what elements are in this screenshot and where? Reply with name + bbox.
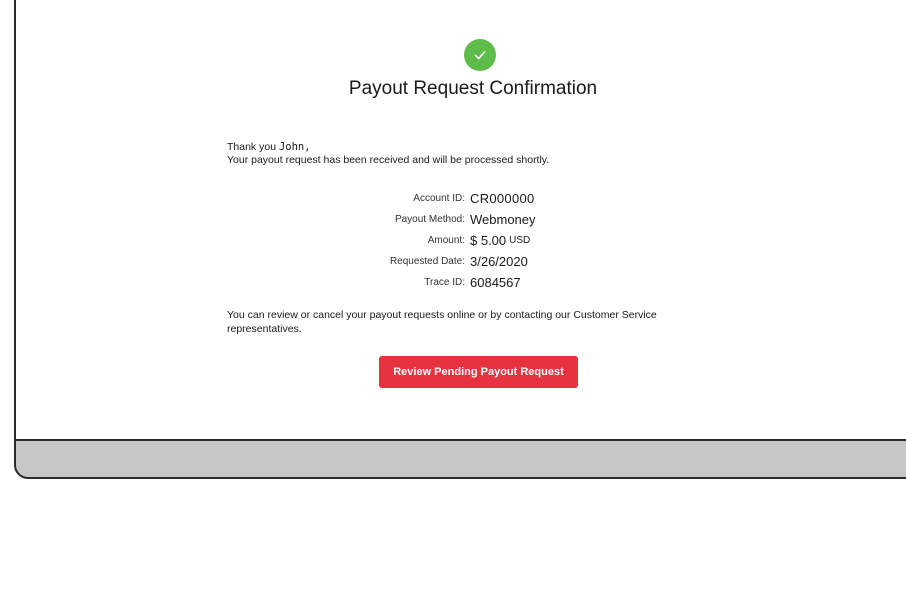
screen: Payout Request Confirmation Thank you Jo… [16, 0, 906, 441]
detail-row-account-id: Account ID: CR000000 [227, 188, 727, 209]
greeting-block: Thank you John, Your payout request has … [227, 141, 549, 167]
detail-value: $ 5.00 [470, 233, 507, 248]
detail-label: Account ID: [413, 193, 465, 204]
detail-value: 6084567 [470, 275, 521, 290]
review-pending-payout-button[interactable]: Review Pending Payout Request [379, 356, 578, 388]
detail-row-trace-id: Trace ID: 6084567 [227, 272, 727, 293]
detail-value: Webmoney [470, 212, 536, 227]
review-info-text: You can review or cancel your payout req… [227, 309, 657, 335]
checkmark-icon [474, 51, 486, 60]
greeting-line: Thank you John, [227, 141, 549, 154]
detail-row-requested-date: Requested Date: 3/26/2020 [227, 251, 727, 272]
detail-label: Trace ID: [424, 277, 465, 288]
detail-label: Amount: [427, 235, 465, 246]
user-name: John, [278, 141, 311, 153]
detail-value: CR000000 [470, 191, 535, 206]
payout-details: Account ID: CR000000 Payout Method: Webm… [227, 188, 727, 293]
detail-label: Payout Method: [394, 214, 465, 225]
success-check-icon [464, 39, 496, 71]
detail-value: 3/26/2020 [470, 254, 528, 269]
detail-row-payout-method: Payout Method: Webmoney [227, 209, 727, 230]
detail-label: Requested Date: [389, 256, 465, 267]
laptop-frame: Payout Request Confirmation Thank you Jo… [14, 0, 906, 479]
detail-row-amount: Amount: $ 5.00 USD [227, 230, 727, 251]
currency-unit: USD [509, 235, 531, 246]
page-title: Payout Request Confirmation [348, 78, 598, 99]
received-message: Your payout request has been received an… [227, 154, 550, 166]
greeting-prefix: Thank you [227, 141, 277, 153]
